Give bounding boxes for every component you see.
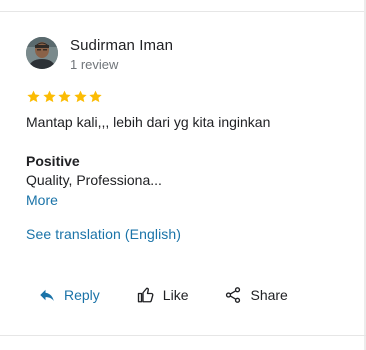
- review-text: Mantap kali,,, lebih dari yg kita ingink…: [26, 114, 271, 130]
- author-name[interactable]: Sudirman Iman: [70, 37, 173, 55]
- top-divider: [0, 0, 366, 12]
- review-attributes: Positive Quality, Professiona... More: [26, 152, 162, 209]
- like-button[interactable]: Like: [137, 284, 189, 306]
- like-label: Like: [162, 287, 189, 303]
- bottom-divider: [0, 335, 366, 336]
- star-icon: [88, 89, 103, 104]
- reply-arrow-icon: [38, 286, 56, 304]
- reply-label: Reply: [64, 287, 100, 303]
- share-label: Share: [250, 287, 288, 303]
- share-button[interactable]: Share: [224, 284, 288, 306]
- star-icon: [57, 89, 72, 104]
- attribute-label: Positive: [26, 153, 80, 169]
- star-icon: [26, 89, 41, 104]
- attribute-value: Quality, Professiona...: [26, 172, 162, 188]
- avatar[interactable]: [26, 37, 58, 69]
- review-header: Sudirman Iman 1 review: [26, 37, 173, 73]
- see-translation-link[interactable]: See translation (English): [26, 225, 181, 243]
- share-icon: [224, 286, 242, 304]
- review-actions: Reply Like Share: [38, 284, 288, 306]
- avatar-image: [26, 37, 58, 69]
- star-icon: [73, 89, 88, 104]
- author-info: Sudirman Iman 1 review: [70, 37, 173, 73]
- thumbs-up-icon: [137, 286, 155, 304]
- star-rating: [26, 89, 104, 104]
- reply-button[interactable]: Reply: [38, 284, 100, 306]
- star-icon: [42, 89, 57, 104]
- more-link[interactable]: More: [26, 191, 162, 209]
- author-review-count: 1 review: [70, 57, 119, 72]
